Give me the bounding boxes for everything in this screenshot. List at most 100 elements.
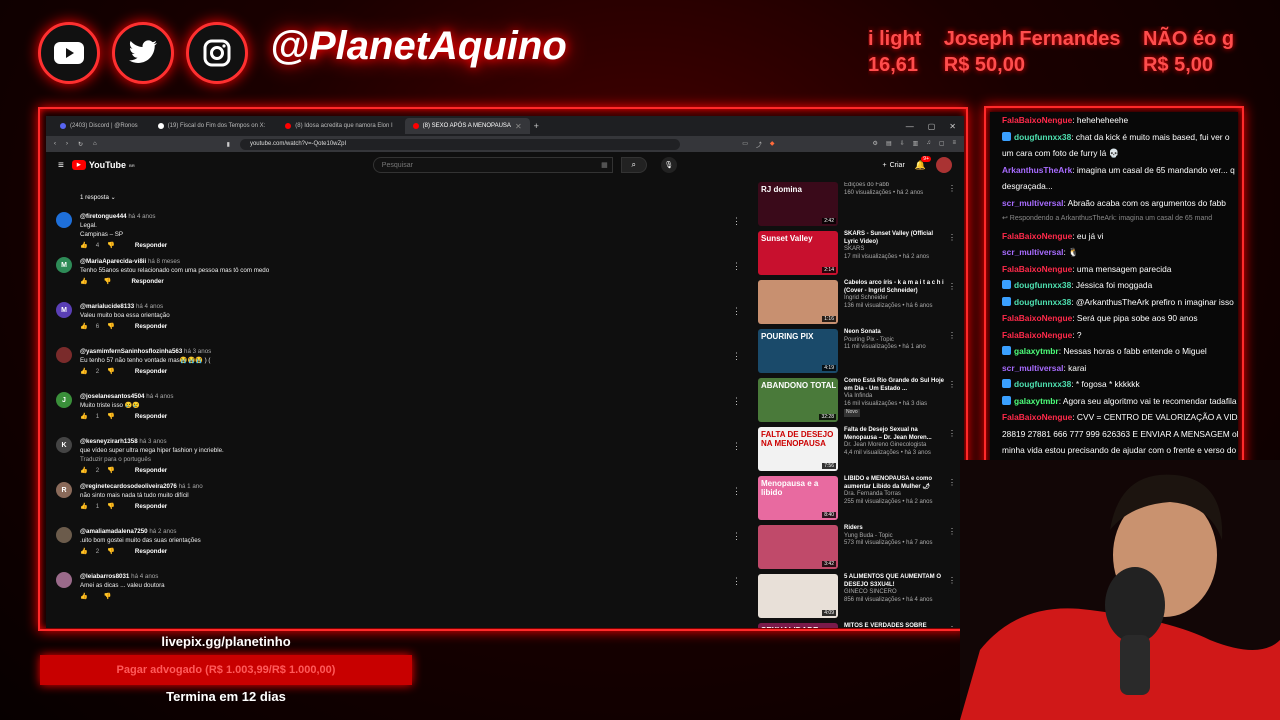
more-options-icon[interactable]: ⋮: [948, 429, 956, 438]
voice-search-button[interactable]: 🎙: [660, 157, 677, 173]
comment-author[interactable]: @reginetecardosodeoliveira2076: [80, 483, 177, 490]
avatar[interactable]: R: [56, 482, 72, 498]
channel-name[interactable]: SKARS: [844, 246, 944, 254]
video-thumbnail[interactable]: FALTA DE DESEJO NA MENOPAUSA 7:56: [758, 427, 838, 471]
comment-time[interactable]: há 8 meses: [148, 258, 180, 265]
more-options-icon[interactable]: ⋮: [948, 282, 956, 291]
recommended-video[interactable]: FALTA DE DESEJO NA MENOPAUSA 7:56 Falta …: [758, 427, 958, 476]
search-input[interactable]: Pesquisar ▦: [372, 157, 613, 173]
more-options-icon[interactable]: ⋮: [948, 233, 956, 242]
comment-time[interactable]: há 3 anos: [184, 348, 211, 355]
dislike-icon[interactable]: 👎: [104, 277, 112, 286]
more-options-icon[interactable]: ⋮: [732, 306, 741, 317]
chat-username[interactable]: ArkanthusTheArk: [1002, 165, 1072, 175]
like-icon[interactable]: 👍: [80, 412, 88, 421]
video-thumbnail[interactable]: 4:09: [758, 574, 838, 618]
comment-author[interactable]: @firetongue444: [80, 213, 127, 220]
more-options-icon[interactable]: ⋮: [948, 478, 956, 487]
comment-time[interactable]: há 4 anos: [136, 303, 163, 310]
more-options-icon[interactable]: ⋮: [732, 576, 741, 587]
dislike-icon[interactable]: 👎: [107, 412, 115, 421]
chat-username[interactable]: scr_multiversal: [1002, 198, 1063, 208]
home-icon[interactable]: ⌂: [93, 141, 97, 147]
translate-link[interactable]: Traduzir para o português: [80, 455, 224, 464]
back-icon[interactable]: ‹: [54, 141, 56, 147]
like-icon[interactable]: 👍: [80, 502, 88, 511]
like-icon[interactable]: 👍: [80, 592, 88, 601]
comment-author[interactable]: @yasmimfernSaninhosflozinha563: [80, 348, 182, 355]
chat-username[interactable]: dougfunnxx38: [1014, 297, 1071, 307]
like-icon[interactable]: 👍: [80, 466, 88, 475]
like-icon[interactable]: 👍: [80, 367, 88, 376]
music-icon[interactable]: ♫: [926, 140, 931, 149]
dislike-icon[interactable]: 👎: [107, 466, 115, 475]
reply-button[interactable]: Responder: [135, 547, 167, 556]
comment-time[interactable]: há 4 anos: [131, 573, 158, 580]
recommended-video[interactable]: Sunset Valley 2:14 SKARS - Sunset Valley…: [758, 231, 958, 280]
chat-username[interactable]: galaxytmbr: [1014, 346, 1059, 356]
extension-icon[interactable]: ▥: [913, 140, 919, 149]
url-field[interactable]: youtube.com/watch?v=-Qote10wZpI: [239, 138, 680, 150]
account-avatar[interactable]: [936, 157, 952, 173]
reply-button[interactable]: Responder: [135, 466, 167, 475]
video-title[interactable]: Neon Sonata: [844, 329, 944, 337]
more-options-icon[interactable]: ⋮: [948, 527, 956, 536]
chat-username[interactable]: scr_multiversal: [1002, 363, 1063, 373]
maximize-icon[interactable]: ▢: [928, 122, 936, 131]
reply-button[interactable]: Responder: [135, 412, 167, 421]
avatar[interactable]: K: [56, 437, 72, 453]
reply-button[interactable]: Responder: [135, 322, 167, 331]
close-window-icon[interactable]: ✕: [949, 122, 956, 131]
video-title[interactable]: MITOS E VERDADES SOBRE SEXUALIDADE APÓS …: [844, 623, 944, 628]
comment-author[interactable]: @marialucide8133: [80, 303, 134, 310]
like-icon[interactable]: 👍: [80, 241, 88, 250]
avatar[interactable]: M: [56, 302, 72, 318]
recommended-video[interactable]: ABANDONO TOTAL 32:28 Como Está Rio Grand…: [758, 378, 958, 427]
video-title[interactable]: LIBIDO e MENOPAUSA e como aumentar Libid…: [844, 476, 944, 491]
recommended-video[interactable]: SEXUALIDADE APÓS OS 60 MITOS E VERDADES …: [758, 623, 958, 628]
video-title[interactable]: 5 ALIMENTOS QUE AUMENTAM O DESEJO S3XU4L…: [844, 574, 944, 589]
extension-icon[interactable]: ▭: [742, 140, 748, 149]
chat-username[interactable]: FalaBaixoNengue: [1002, 115, 1072, 125]
menu-icon[interactable]: ≡: [952, 140, 956, 149]
reply-button[interactable]: Responder: [135, 502, 167, 511]
avatar[interactable]: M: [56, 257, 72, 273]
more-options-icon[interactable]: ⋮: [732, 261, 741, 272]
notifications-button[interactable]: 🔔 9+: [915, 155, 931, 171]
channel-name[interactable]: Pouring Pix - Topic: [844, 337, 944, 345]
recommended-video[interactable]: RJ domina 2:42 Edições do Fabb 160 visua…: [758, 182, 958, 231]
video-thumbnail[interactable]: POURING PIX 4:19: [758, 329, 838, 373]
more-options-icon[interactable]: ⋮: [732, 441, 741, 452]
channel-name[interactable]: Edições do Fabb: [844, 182, 944, 190]
recommended-video[interactable]: 3:42 Riders Yung Buda - Topic 573 mil vi…: [758, 525, 958, 574]
search-button[interactable]: ⌕: [620, 157, 647, 173]
dislike-icon[interactable]: 👎: [107, 547, 115, 556]
comment-author[interactable]: @leiabarros8031: [80, 573, 129, 580]
comment-time[interactable]: há 1 ano: [179, 483, 203, 490]
comment-author[interactable]: @MariaAparecida-vi8ii: [80, 258, 146, 265]
chat-username[interactable]: FalaBaixoNengue: [1002, 313, 1072, 323]
more-options-icon[interactable]: ⋮: [948, 380, 956, 389]
recommended-video[interactable]: 4:09 5 ALIMENTOS QUE AUMENTAM O DESEJO S…: [758, 574, 958, 623]
more-options-icon[interactable]: ⋮: [948, 625, 956, 628]
more-options-icon[interactable]: ⋮: [732, 396, 741, 407]
more-options-icon[interactable]: ⋮: [732, 216, 741, 227]
reply-button[interactable]: Responder: [131, 277, 163, 286]
comment-time[interactable]: há 4 anos: [128, 213, 155, 220]
avatar[interactable]: [56, 572, 72, 588]
chat-username[interactable]: scr_multiversal: [1002, 247, 1063, 257]
channel-name[interactable]: Yung Buda - Topic: [844, 533, 944, 541]
extension-icon[interactable]: ▤: [886, 140, 892, 149]
comment-time[interactable]: há 4 anos: [146, 393, 173, 400]
close-tab-icon[interactable]: ✕: [515, 122, 522, 131]
replies-toggle[interactable]: 1 resposta ⌄: [56, 194, 746, 212]
more-options-icon[interactable]: ⋮: [732, 351, 741, 362]
comment-author[interactable]: @amaliamadalena7250: [80, 528, 148, 535]
share-icon[interactable]: ⤴: [756, 140, 762, 149]
chat-username[interactable]: dougfunnxx38: [1014, 280, 1071, 290]
avatar[interactable]: [56, 347, 72, 363]
youtube-logo[interactable]: ▶ YouTube BR: [71, 160, 135, 170]
like-icon[interactable]: 👍: [80, 277, 88, 286]
video-title[interactable]: Cabelos arco íris - k a m a i t a c h i …: [844, 280, 944, 295]
video-thumbnail[interactable]: ABANDONO TOTAL 32:28: [758, 378, 838, 422]
